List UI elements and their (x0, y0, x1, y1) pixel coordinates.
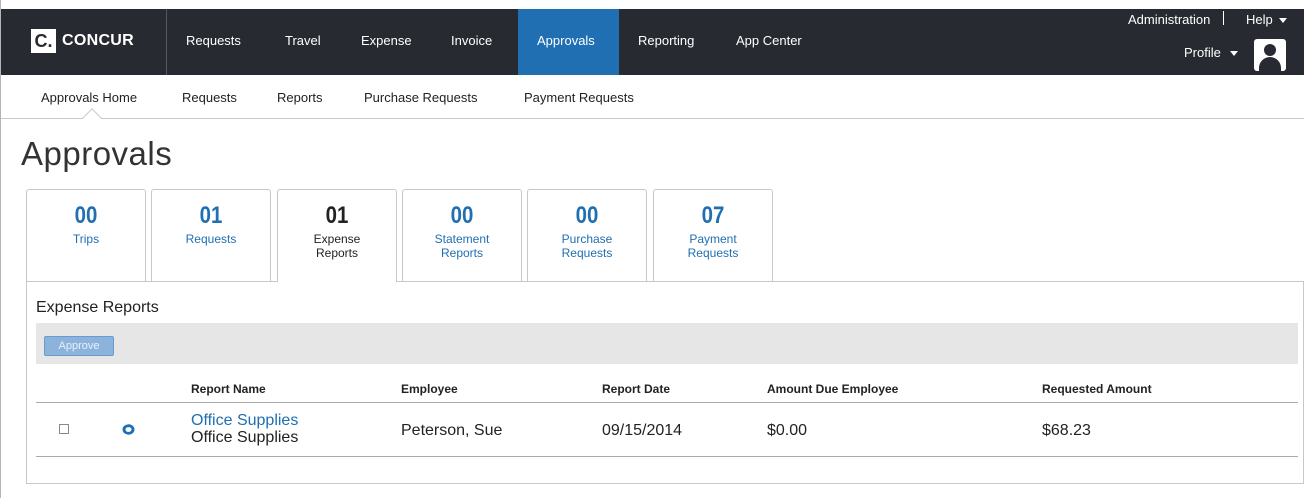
tab-label: Requests (185, 232, 237, 246)
subnav-item-purchase-requests[interactable]: Purchase Requests (364, 90, 477, 105)
sub-navigation-bar: Approvals Home Requests Reports Purchase… (1, 75, 1304, 128)
tab-statement-reports[interactable]: 00 Statement Reports (402, 189, 522, 281)
tab-count: 00 (575, 202, 599, 229)
nav-item-expense[interactable]: Expense (342, 9, 431, 75)
tab-purchase-requests[interactable]: 00 Purchase Requests (527, 189, 647, 281)
column-header-report-name[interactable]: Report Name (191, 382, 266, 396)
tab-label: Trips (72, 232, 100, 246)
top-navigation-bar: C. CONCUR Requests Travel Expense Invoic… (1, 9, 1304, 75)
profile-menu[interactable]: Profile (1184, 45, 1238, 60)
tab-label: Statement (434, 232, 490, 246)
report-name-link[interactable]: Office Supplies (191, 412, 298, 430)
nav-item-reporting[interactable]: Reporting (619, 9, 713, 75)
tab-label-line2: Reports (440, 246, 484, 260)
column-header-employee[interactable]: Employee (401, 382, 458, 396)
tab-label: Expense (313, 232, 361, 246)
subnav-item-requests[interactable]: Requests (182, 90, 237, 105)
column-header-requested-amount[interactable]: Requested Amount (1042, 382, 1152, 396)
expense-reports-panel: Expense Reports Approve Report Name Empl… (26, 281, 1304, 484)
tab-label-line2: Reports (315, 246, 359, 260)
tab-label: Purchase (561, 232, 613, 246)
tab-trips[interactable]: 00 Trips (26, 189, 146, 281)
subnav-item-approvals-home[interactable]: Approvals Home (41, 90, 137, 105)
comment-icon[interactable] (122, 424, 135, 436)
row-select-checkbox[interactable] (59, 424, 69, 434)
help-label: Help (1246, 12, 1273, 27)
requested-amount-cell: $68.23 (1042, 422, 1091, 439)
tab-count: 01 (325, 202, 349, 229)
nav-item-approvals[interactable]: Approvals (518, 9, 619, 75)
administration-link[interactable]: Administration (1128, 12, 1210, 27)
help-menu[interactable]: Help (1246, 12, 1287, 27)
employee-cell: Peterson, Sue (401, 422, 503, 439)
approve-button[interactable]: Approve (44, 336, 114, 356)
report-date-cell: 09/15/2014 (602, 422, 683, 439)
logo-mark: C. (31, 29, 56, 53)
logo-text: CONCUR (62, 32, 135, 49)
tab-count: 01 (199, 202, 223, 229)
concur-logo[interactable]: C. CONCUR (31, 29, 134, 53)
panel-title: Expense Reports (36, 299, 159, 316)
avatar-head (1264, 44, 1276, 56)
column-header-report-date[interactable]: Report Date (602, 382, 670, 396)
tab-label-line2: Requests (687, 246, 739, 260)
amount-due-cell: $0.00 (767, 422, 808, 439)
tab-label-line2: Requests (561, 246, 613, 260)
tab-label: Payment (689, 232, 737, 246)
subnav-item-payment-requests[interactable]: Payment Requests (524, 90, 634, 105)
profile-label: Profile (1184, 45, 1221, 60)
avatar-body (1259, 57, 1281, 71)
utility-separator (1223, 11, 1224, 25)
row-divider (36, 456, 1298, 457)
tab-count: 00 (450, 202, 474, 229)
tab-expense-reports[interactable]: 01 Expense Reports (277, 189, 397, 282)
active-subnav-pointer (82, 108, 102, 128)
tab-payment-requests[interactable]: 07 Payment Requests (653, 189, 773, 281)
page: C. CONCUR Requests Travel Expense Invoic… (0, 0, 1304, 498)
header-divider (36, 402, 1298, 403)
page-title: Approvals (21, 135, 173, 172)
caret-down-icon (1278, 18, 1287, 24)
caret-down-icon (1229, 51, 1238, 57)
column-header-amount-due-employee[interactable]: Amount Due Employee (767, 382, 898, 396)
nav-item-app-center[interactable]: App Center (717, 9, 821, 75)
report-name-subtext: Office Supplies (191, 429, 299, 446)
nav-item-invoice[interactable]: Invoice (432, 9, 511, 75)
panel-toolbar: Approve (36, 323, 1298, 364)
tab-count: 00 (74, 202, 98, 229)
user-avatar-icon[interactable] (1254, 39, 1286, 71)
subnav-item-reports[interactable]: Reports (277, 90, 323, 105)
tab-requests[interactable]: 01 Requests (151, 189, 271, 281)
nav-item-requests[interactable]: Requests (167, 9, 260, 75)
tab-count: 07 (701, 202, 725, 229)
nav-item-travel[interactable]: Travel (266, 9, 340, 75)
